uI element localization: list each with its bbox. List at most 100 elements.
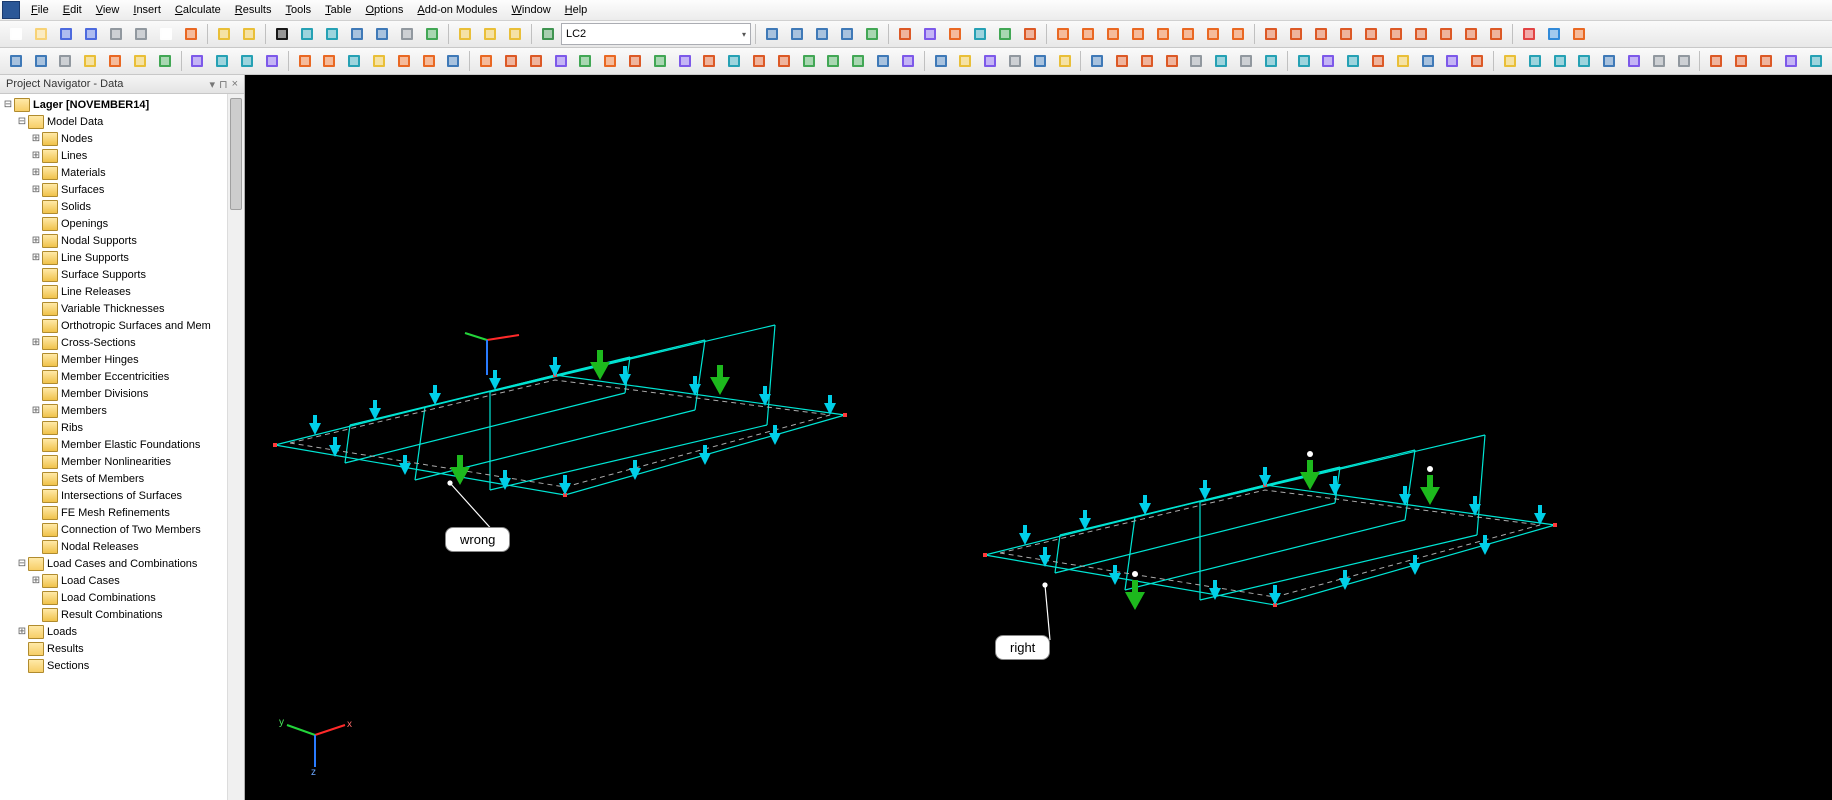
help-context[interactable] bbox=[1804, 49, 1828, 73]
tree-item-fe-mesh-refinements[interactable]: FE Mesh Refinements bbox=[2, 504, 244, 521]
new-file[interactable] bbox=[4, 22, 28, 46]
new-solid[interactable] bbox=[103, 49, 127, 73]
zoom-window[interactable] bbox=[345, 22, 369, 46]
tree-model-data[interactable]: ⊟Model Data bbox=[2, 113, 244, 130]
tree-toggle-icon[interactable]: ⊞ bbox=[30, 337, 42, 348]
tree-item-member-divisions[interactable]: Member Divisions bbox=[2, 385, 244, 402]
reverse[interactable] bbox=[821, 49, 845, 73]
tree-item-ribs[interactable]: Ribs bbox=[2, 419, 244, 436]
tree-item-intersections-of-surfaces[interactable]: Intersections of Surfaces bbox=[2, 487, 244, 504]
color-by[interactable] bbox=[1597, 49, 1621, 73]
diagram-5[interactable] bbox=[1151, 22, 1175, 46]
load-surface[interactable] bbox=[342, 49, 366, 73]
tree-item-connection-of-two-members[interactable]: Connection of Two Members bbox=[2, 521, 244, 538]
new-opening[interactable] bbox=[128, 49, 152, 73]
tree-toggle-icon[interactable]: ⊞ bbox=[30, 184, 42, 195]
tree-item-variable-thicknesses[interactable]: Variable Thicknesses bbox=[2, 300, 244, 317]
diagram-4[interactable] bbox=[1126, 22, 1150, 46]
print-preview[interactable] bbox=[129, 22, 153, 46]
merge[interactable] bbox=[673, 49, 697, 73]
navigator-close-icon[interactable]: × bbox=[232, 78, 238, 91]
snap[interactable] bbox=[1292, 49, 1316, 73]
distance[interactable] bbox=[1416, 49, 1440, 73]
coords[interactable] bbox=[1465, 49, 1489, 73]
menu-edit[interactable]: Edit bbox=[56, 2, 89, 18]
walk[interactable] bbox=[1209, 49, 1233, 73]
tree-toggle-icon[interactable]: ⊞ bbox=[16, 626, 28, 637]
render-solid[interactable] bbox=[1523, 49, 1547, 73]
render-shade[interactable] bbox=[1548, 49, 1572, 73]
nav-first[interactable] bbox=[760, 22, 784, 46]
tree-item-line-supports[interactable]: ⊞Line Supports bbox=[2, 249, 244, 266]
tool-c[interactable] bbox=[1309, 22, 1333, 46]
select-window[interactable] bbox=[295, 22, 319, 46]
new-surface[interactable] bbox=[78, 49, 102, 73]
diagram-8[interactable] bbox=[1226, 22, 1250, 46]
toggle-axes[interactable] bbox=[478, 22, 502, 46]
tree-loads[interactable]: ⊞Loads bbox=[2, 623, 244, 640]
loadcase-combo[interactable]: LC2▾ bbox=[561, 23, 751, 45]
tree-toggle-icon[interactable]: ⊞ bbox=[30, 167, 42, 178]
tree-item-member-elastic-foundations[interactable]: Member Elastic Foundations bbox=[2, 436, 244, 453]
flag-red[interactable] bbox=[1517, 22, 1541, 46]
extend[interactable] bbox=[697, 49, 721, 73]
convert[interactable] bbox=[797, 49, 821, 73]
menu-results[interactable]: Results bbox=[228, 2, 279, 18]
hinge[interactable] bbox=[260, 49, 284, 73]
tree-item-line-releases[interactable]: Line Releases bbox=[2, 283, 244, 300]
toggle-grid[interactable] bbox=[453, 22, 477, 46]
tool-f[interactable] bbox=[1384, 22, 1408, 46]
tree-item-materials[interactable]: ⊞Materials bbox=[2, 164, 244, 181]
new-node[interactable] bbox=[4, 49, 28, 73]
tree-item-member-eccentricities[interactable]: Member Eccentricities bbox=[2, 368, 244, 385]
menu-window[interactable]: Window bbox=[505, 2, 558, 18]
support-line[interactable] bbox=[210, 49, 234, 73]
mesh-settings[interactable] bbox=[978, 49, 1002, 73]
tree-root[interactable]: ⊟Lager [NOVEMBER14] bbox=[2, 96, 244, 113]
tree-item-load-cases[interactable]: ⊞Load Cases bbox=[2, 572, 244, 589]
tool-a[interactable] bbox=[1259, 22, 1283, 46]
export[interactable] bbox=[179, 22, 203, 46]
ortho[interactable] bbox=[1317, 49, 1341, 73]
tree-item-nodal-releases[interactable]: Nodal Releases bbox=[2, 538, 244, 555]
divide[interactable] bbox=[623, 49, 647, 73]
tree-item-orthotropic-surfaces-and-mem[interactable]: Orthotropic Surfaces and Mem bbox=[2, 317, 244, 334]
render-wire[interactable] bbox=[1498, 49, 1522, 73]
menu-help[interactable]: Help bbox=[558, 2, 595, 18]
diagram-7[interactable] bbox=[1201, 22, 1225, 46]
globe-icon[interactable] bbox=[536, 22, 560, 46]
object-snap[interactable] bbox=[1391, 49, 1415, 73]
menu-addon[interactable]: Add-on Modules bbox=[410, 2, 504, 18]
scale[interactable] bbox=[549, 49, 573, 73]
results-colors[interactable] bbox=[943, 22, 967, 46]
tree-toggle-icon[interactable]: ⊟ bbox=[16, 116, 28, 127]
renumber[interactable] bbox=[871, 49, 895, 73]
visibility[interactable] bbox=[1647, 49, 1671, 73]
fillet[interactable] bbox=[747, 49, 771, 73]
view-y[interactable] bbox=[1135, 49, 1159, 73]
navigator-titlebar[interactable]: Project Navigator - Data ▾ ⊓ × bbox=[0, 75, 244, 94]
menu-insert[interactable]: Insert bbox=[126, 2, 168, 18]
menu-tools[interactable]: Tools bbox=[278, 2, 318, 18]
tool-e[interactable] bbox=[1359, 22, 1383, 46]
tree-item-surface-supports[interactable]: Surface Supports bbox=[2, 266, 244, 283]
flag-blue[interactable] bbox=[1542, 22, 1566, 46]
load-gen[interactable] bbox=[442, 49, 466, 73]
tree-toggle-icon[interactable]: ⊞ bbox=[30, 133, 42, 144]
new-line[interactable] bbox=[29, 49, 53, 73]
tree-scrollbar[interactable] bbox=[227, 94, 244, 800]
calc-run[interactable] bbox=[1028, 49, 1052, 73]
project[interactable] bbox=[573, 49, 597, 73]
load-temp[interactable] bbox=[417, 49, 441, 73]
tree-item-cross-sections[interactable]: ⊞Cross-Sections bbox=[2, 334, 244, 351]
filter[interactable] bbox=[1704, 49, 1728, 73]
tool-g[interactable] bbox=[1409, 22, 1433, 46]
calc-params[interactable] bbox=[1053, 49, 1077, 73]
refresh[interactable] bbox=[860, 22, 884, 46]
redo[interactable] bbox=[237, 22, 261, 46]
guides[interactable] bbox=[1366, 49, 1390, 73]
load-line[interactable] bbox=[318, 49, 342, 73]
model-viewport[interactable]: wrong right x y z bbox=[245, 75, 1832, 800]
tree-item-openings[interactable]: Openings bbox=[2, 215, 244, 232]
view-persp[interactable] bbox=[1185, 49, 1209, 73]
